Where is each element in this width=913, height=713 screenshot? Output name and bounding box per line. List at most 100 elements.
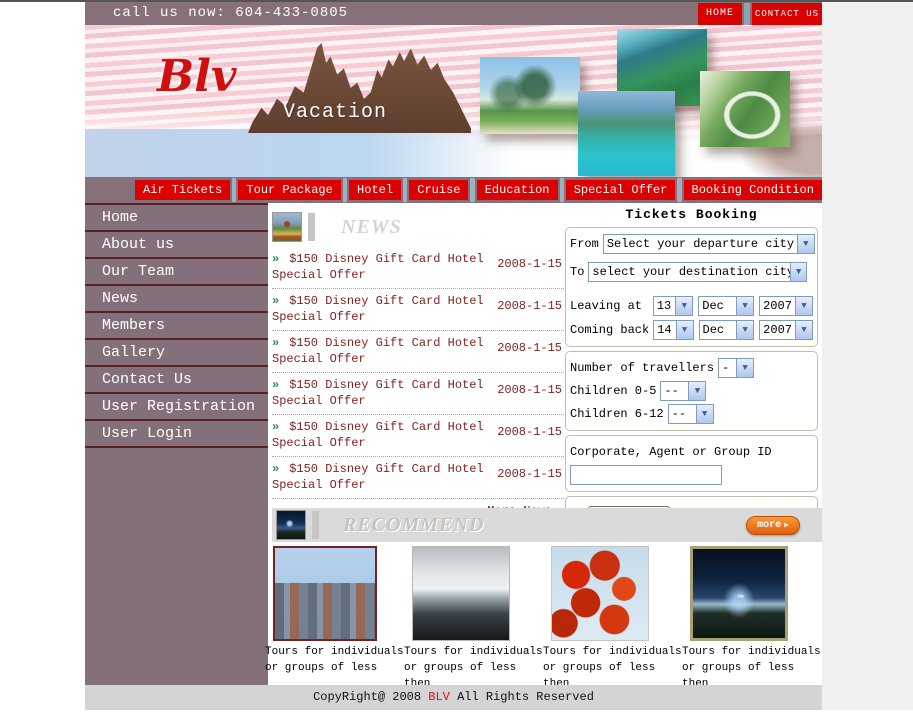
dropdown-arrow-icon: ▼ [790,263,806,281]
nav-separator [677,178,681,202]
news-item-date: 2008-1-15 [497,467,562,481]
news-item-title[interactable]: »$150 Disney Gift Card Hotel Special Off… [272,377,488,409]
leaving-at-label: Leaving at [570,299,649,313]
footer: CopyRight@ 2008 BLV All Rights Reserved [85,685,822,710]
nav-separator [560,178,564,202]
news-item-title[interactable]: »$150 Disney Gift Card Hotel Special Off… [272,419,488,451]
contact-us-button[interactable]: CONTACT US [752,3,822,25]
news-section-title: NEWS [341,216,402,239]
news-thumbnail-image [272,212,302,242]
sidebar-item[interactable]: Gallery [85,340,268,367]
dropdown-arrow-icon: ▼ [676,321,693,339]
from-label: From [570,237,599,251]
recommend-tour-image[interactable] [273,546,377,641]
travellers-select[interactable]: - ▼ [718,358,754,378]
news-item[interactable]: »$150 Disney Gift Card Hotel Special Off… [272,457,564,499]
nav-separator [232,178,236,202]
leaving-year-select[interactable]: 2007 ▼ [759,296,813,316]
sidebar-item[interactable]: Home [85,205,268,232]
double-arrow-icon: » [272,462,279,476]
topbar-separator [744,3,750,25]
nav-separator [343,178,347,202]
nav-item[interactable]: Special Offer [566,180,676,200]
recommend-tour-image[interactable] [412,546,510,641]
double-arrow-icon: » [272,336,279,350]
leaving-day-select[interactable]: 13 ▼ [653,296,693,316]
recommend-tour-image[interactable] [551,546,649,641]
recommend-thumbnail-image [276,510,306,540]
destination-city-select[interactable]: select your destination city ▼ [588,262,807,282]
double-arrow-icon: » [272,252,279,266]
page-container: call us now: 604-433-0805 HOME CONTACT U… [85,2,822,710]
sidebar-item[interactable]: About us [85,232,268,259]
news-item-title[interactable]: »$150 Disney Gift Card Hotel Special Off… [272,251,488,283]
travellers-box: Number of travellers - ▼ Children 0-5 --… [565,351,818,431]
children-6-12-select[interactable]: -- ▼ [668,404,714,424]
recommend-item: Tours for individuals or groups of less … [682,544,821,692]
news-item[interactable]: »$150 Disney Gift Card Hotel Special Off… [272,247,564,289]
coming-day-select[interactable]: 14 ▼ [653,320,693,340]
main-nav: Air Tickets Tour Package Hotel Cruise Ed… [85,177,822,203]
dropdown-arrow-icon: ▼ [688,382,705,400]
header-photo-mountain-road [700,71,790,147]
more-arrow-icon: ▶ [784,520,789,530]
recommend-item: Tours for individuals or groups of less [265,544,404,692]
children-0-5-select[interactable]: -- ▼ [660,381,706,401]
recommend-section-header: RECOMMEND more ▶ [272,508,822,542]
news-item[interactable]: »$150 Disney Gift Card Hotel Special Off… [272,373,564,415]
recommend-caption: Tours for individuals or groups of less [265,644,404,676]
news-item-title[interactable]: »$150 Disney Gift Card Hotel Special Off… [272,335,488,367]
dropdown-arrow-icon: ▼ [795,321,812,339]
sidebar-item[interactable]: News [85,286,268,313]
coming-month-select[interactable]: Dec ▼ [699,320,755,340]
news-item-title[interactable]: »$150 Disney Gift Card Hotel Special Off… [272,293,488,325]
nav-item[interactable]: Booking Condition [684,180,822,200]
news-item[interactable]: »$150 Disney Gift Card Hotel Special Off… [272,289,564,331]
nav-item[interactable]: Cruise [409,180,468,200]
double-arrow-icon: » [272,294,279,308]
news-section: NEWS »$150 Disney Gift Card Hotel Specia… [272,211,564,518]
home-button[interactable]: HOME [698,3,742,25]
news-item[interactable]: »$150 Disney Gift Card Hotel Special Off… [272,415,564,457]
sidebar-item[interactable]: User Registration [85,394,268,421]
dropdown-arrow-icon: ▼ [696,405,713,423]
news-item-title[interactable]: »$150 Disney Gift Card Hotel Special Off… [272,461,488,493]
double-arrow-icon: » [272,378,279,392]
brand-logo: Blv [157,51,236,102]
footer-brand: BLV [428,690,450,704]
recommend-more-button[interactable]: more ▶ [746,516,800,535]
news-item-date: 2008-1-15 [497,425,562,439]
coming-year-select[interactable]: 2007 ▼ [759,320,813,340]
to-label: To [570,265,584,279]
children-0-5-label: Children 0-5 [570,384,656,398]
page-right-margin [822,2,913,710]
sidebar-item[interactable]: Contact Us [85,367,268,394]
nav-item[interactable]: Hotel [349,180,401,200]
tickets-booking-panel: Tickets Booking From Select your departu… [565,207,818,542]
news-item-date: 2008-1-15 [497,257,562,271]
nav-item[interactable]: Tour Package [238,180,340,200]
news-item-date: 2008-1-15 [497,383,562,397]
nav-item[interactable]: Education [477,180,558,200]
header-photo-resort-pool [578,91,675,176]
section-divider-bar [312,511,319,539]
news-list: »$150 Disney Gift Card Hotel Special Off… [272,247,564,499]
departure-city-select[interactable]: Select your departure city ▼ [603,234,815,254]
dropdown-arrow-icon: ▼ [797,235,814,253]
phone-text: call us now: 604-433-0805 [113,5,348,21]
nav-item[interactable]: Air Tickets [135,180,230,200]
brand-tagline: Vacation [283,101,387,124]
recommend-items: Tours for individuals or groups of less … [265,544,822,692]
recommend-tour-image[interactable] [690,546,788,641]
corporate-id-input[interactable] [570,465,722,485]
footer-text-suffix: All Rights Reserved [450,690,594,704]
corporate-id-label: Corporate, Agent or Group ID [570,445,772,459]
sidebar-item[interactable]: User Login [85,421,268,448]
sidebar-item[interactable]: Members [85,313,268,340]
leaving-month-select[interactable]: Dec ▼ [698,296,754,316]
section-divider-bar [308,213,315,241]
sidebar-item[interactable]: Our Team [85,259,268,286]
news-item[interactable]: »$150 Disney Gift Card Hotel Special Off… [272,331,564,373]
double-arrow-icon: » [272,420,279,434]
booking-title: Tickets Booking [565,207,818,222]
